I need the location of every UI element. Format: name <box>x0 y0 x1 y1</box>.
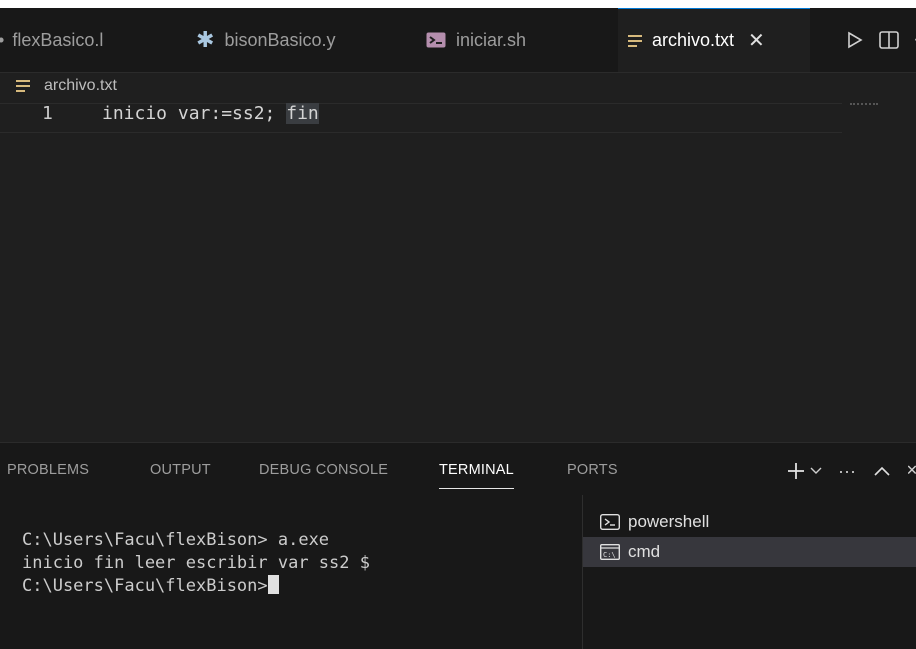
new-terminal-icon[interactable] <box>786 461 806 481</box>
tab-label: iniciar.sh <box>456 29 527 50</box>
more-icon[interactable]: ··· <box>838 461 856 482</box>
text-file-icon <box>16 79 30 93</box>
lex-file-icon: • <box>0 30 4 51</box>
editor-tab-bar: • flexBasico.l ✱ bisonBasico.y iniciar.s… <box>0 8 916 73</box>
tab-iniciar-sh[interactable]: iniciar.sh <box>416 8 606 72</box>
line-number: 1 <box>42 103 53 124</box>
panel-actions: ··· ✕ <box>786 453 916 489</box>
breadcrumb-file[interactable]: archivo.txt <box>44 77 117 95</box>
shell-script-icon <box>426 32 446 48</box>
close-panel-icon[interactable]: ✕ <box>908 463 916 479</box>
tab-debug-console[interactable]: DEBUG CONSOLE <box>259 462 388 478</box>
more-actions-icon[interactable]: · <box>906 31 916 49</box>
code-text: inicio var:=ss2; <box>102 103 287 124</box>
tab-label: bisonBasico.y <box>224 29 336 50</box>
terminal-instance-list: powershell C:\ cmd <box>582 495 916 649</box>
editor-actions: · <box>838 8 916 72</box>
window-top-edge <box>0 0 916 8</box>
terminal-output[interactable]: C:\Users\Facu\flexBison> a.exe inicio fin… <box>22 529 370 598</box>
powershell-icon <box>600 514 620 530</box>
panel-tab-bar: PROBLEMS OUTPUT DEBUG CONSOLE TERMINAL P… <box>0 443 916 495</box>
breadcrumb: archivo.txt <box>0 72 117 100</box>
terminal-prompt-line: C:\Users\Facu\flexBison> <box>22 575 370 598</box>
text-file-icon <box>628 34 642 48</box>
cmd-icon: C:\ <box>600 544 620 560</box>
split-editor-icon[interactable] <box>872 31 906 49</box>
tab-problems[interactable]: PROBLEMS <box>7 462 89 478</box>
terminal-prompt: C:\Users\Facu\flexBison> <box>22 576 268 596</box>
terminal-instance-powershell[interactable]: powershell <box>583 507 916 537</box>
minimap[interactable] <box>850 103 878 107</box>
tab-bisonbasico[interactable]: ✱ bisonBasico.y <box>186 8 398 72</box>
svg-text:C:\: C:\ <box>603 551 616 559</box>
tab-terminal[interactable]: TERMINAL <box>439 462 514 489</box>
code-editor[interactable]: 1 inicio var:=ss2; fin <box>0 100 916 442</box>
tab-label: flexBasico.l <box>12 29 104 50</box>
maximize-panel-icon[interactable] <box>874 466 890 476</box>
close-icon[interactable]: ✕ <box>748 28 765 53</box>
terminal-instance-label: cmd <box>628 542 661 561</box>
tab-flexbasico[interactable]: • flexBasico.l <box>0 8 178 72</box>
asterisk-file-icon: ✱ <box>196 27 215 52</box>
tab-output[interactable]: OUTPUT <box>150 462 211 478</box>
terminal-line: inicio fin leer escribir var ss2 $ <box>22 553 370 573</box>
terminal-instance-label: powershell <box>628 512 710 531</box>
chevron-down-icon[interactable] <box>810 467 822 475</box>
run-icon[interactable] <box>838 31 872 49</box>
tab-ports[interactable]: PORTS <box>567 462 618 478</box>
tab-label: archivo.txt <box>652 30 735 50</box>
terminal-instance-cmd[interactable]: C:\ cmd <box>583 537 916 567</box>
terminal-cursor <box>267 575 279 594</box>
highlighted-word: fin <box>286 103 319 124</box>
terminal-line: C:\Users\Facu\flexBison> a.exe <box>22 530 330 550</box>
code-line[interactable]: inicio var:=ss2; fin <box>102 103 319 124</box>
tab-archivo-txt[interactable]: archivo.txt ✕ <box>618 8 810 72</box>
bottom-panel: PROBLEMS OUTPUT DEBUG CONSOLE TERMINAL P… <box>0 442 916 649</box>
